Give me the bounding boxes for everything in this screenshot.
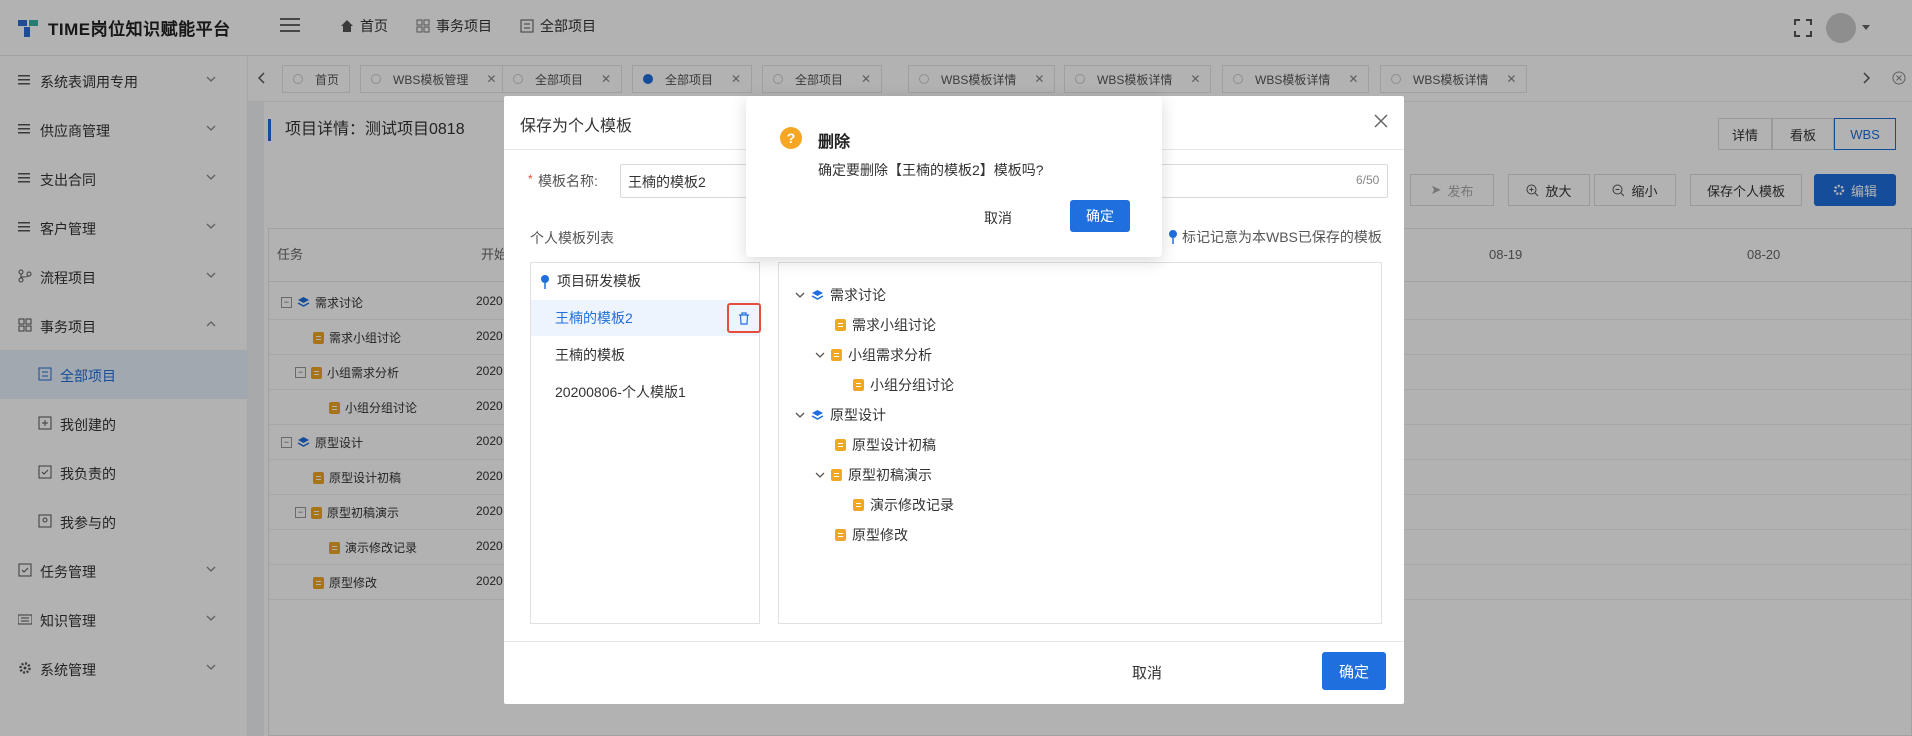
- list-item[interactable]: 王楠的模板: [531, 337, 759, 373]
- dialog-ok-button[interactable]: 确定: [1322, 652, 1386, 690]
- tree-node[interactable]: 原型修改: [835, 525, 908, 545]
- personal-template-list: 项目研发模板 王楠的模板2 王楠的模板 20200806-个人模版1: [530, 262, 761, 624]
- tree-node[interactable]: 小组需求分析: [815, 345, 932, 365]
- list-item-label: 王楠的模板: [555, 347, 625, 363]
- template-name-label: 模板名称:: [538, 173, 598, 189]
- chevron-down-icon[interactable]: [815, 351, 825, 359]
- required-mark: *: [528, 172, 533, 186]
- tree-node[interactable]: 原型初稿演示: [815, 465, 932, 485]
- list-item-label: 王楠的模板2: [555, 310, 633, 326]
- list-item-selected[interactable]: 王楠的模板2: [531, 300, 759, 336]
- dialog-title: 保存为个人模板: [520, 118, 633, 135]
- tree-node-label: 需求讨论: [830, 287, 886, 303]
- dialog-footer: 取消 确定: [504, 641, 1404, 704]
- chevron-down-icon[interactable]: [815, 471, 825, 479]
- warning-question-icon: ?: [780, 127, 802, 149]
- template-name-value: 王楠的模板2: [628, 174, 706, 190]
- pin-icon: [541, 275, 549, 289]
- tree-node-label: 需求小组讨论: [852, 317, 936, 333]
- template-name-count: 6/50: [1356, 173, 1380, 187]
- tree-node-label: 原型设计: [830, 407, 886, 423]
- trash-icon: [739, 311, 749, 325]
- task-icon: [831, 349, 842, 361]
- confirm-title: 删除: [818, 134, 851, 151]
- layers-icon: [811, 289, 824, 300]
- tree-node[interactable]: 小组分组讨论: [853, 375, 954, 395]
- saved-hint-text: 标记记意为本WBS已保存的模板: [1182, 229, 1382, 245]
- chevron-down-icon[interactable]: [795, 411, 805, 419]
- confirm-cancel-button[interactable]: 取消: [984, 208, 1012, 228]
- list-item[interactable]: 20200806-个人模版1: [531, 374, 759, 410]
- list-item[interactable]: 项目研发模板: [531, 263, 759, 299]
- tree-node-label: 演示修改记录: [870, 497, 954, 513]
- tree-node[interactable]: 需求讨论: [795, 285, 886, 305]
- task-icon: [831, 469, 842, 481]
- saved-hint: 标记记意为本WBS已保存的模板: [1168, 227, 1382, 247]
- task-icon: [835, 529, 846, 541]
- layers-icon: [811, 409, 824, 420]
- task-icon: [835, 319, 846, 331]
- dialog-cancel-button[interactable]: 取消: [1132, 662, 1162, 683]
- list-item-label: 项目研发模板: [557, 273, 641, 289]
- tree-node[interactable]: 演示修改记录: [853, 495, 954, 515]
- template-preview-tree: 需求讨论 需求小组讨论 小组需求分析 小组分组讨论 原型设计 原型设计初稿 原型…: [778, 262, 1382, 624]
- tree-node[interactable]: 原型设计: [795, 405, 886, 425]
- chevron-down-icon[interactable]: [795, 291, 805, 299]
- close-icon[interactable]: [1374, 114, 1388, 128]
- confirm-message: 确定要删除【王楠的模板2】模板吗?: [818, 162, 1044, 178]
- tree-node[interactable]: 需求小组讨论: [835, 315, 936, 335]
- confirm-delete-dialog: ? 删除 确定要删除【王楠的模板2】模板吗? 取消 确定: [746, 96, 1162, 257]
- tree-node-label: 原型设计初稿: [852, 437, 936, 453]
- delete-template-button[interactable]: [727, 303, 761, 333]
- pin-icon: [1169, 230, 1177, 244]
- task-icon: [853, 499, 864, 511]
- tree-node-label: 小组分组讨论: [870, 377, 954, 393]
- template-list-label: 个人模板列表: [530, 230, 614, 246]
- list-item-label: 20200806-个人模版1: [555, 384, 686, 400]
- tree-node[interactable]: 原型设计初稿: [835, 435, 936, 455]
- tree-node-label: 原型初稿演示: [848, 467, 932, 483]
- task-icon: [835, 439, 846, 451]
- task-icon: [853, 379, 864, 391]
- confirm-ok-button[interactable]: 确定: [1070, 200, 1130, 232]
- tree-node-label: 小组需求分析: [848, 347, 932, 363]
- tree-node-label: 原型修改: [852, 527, 908, 543]
